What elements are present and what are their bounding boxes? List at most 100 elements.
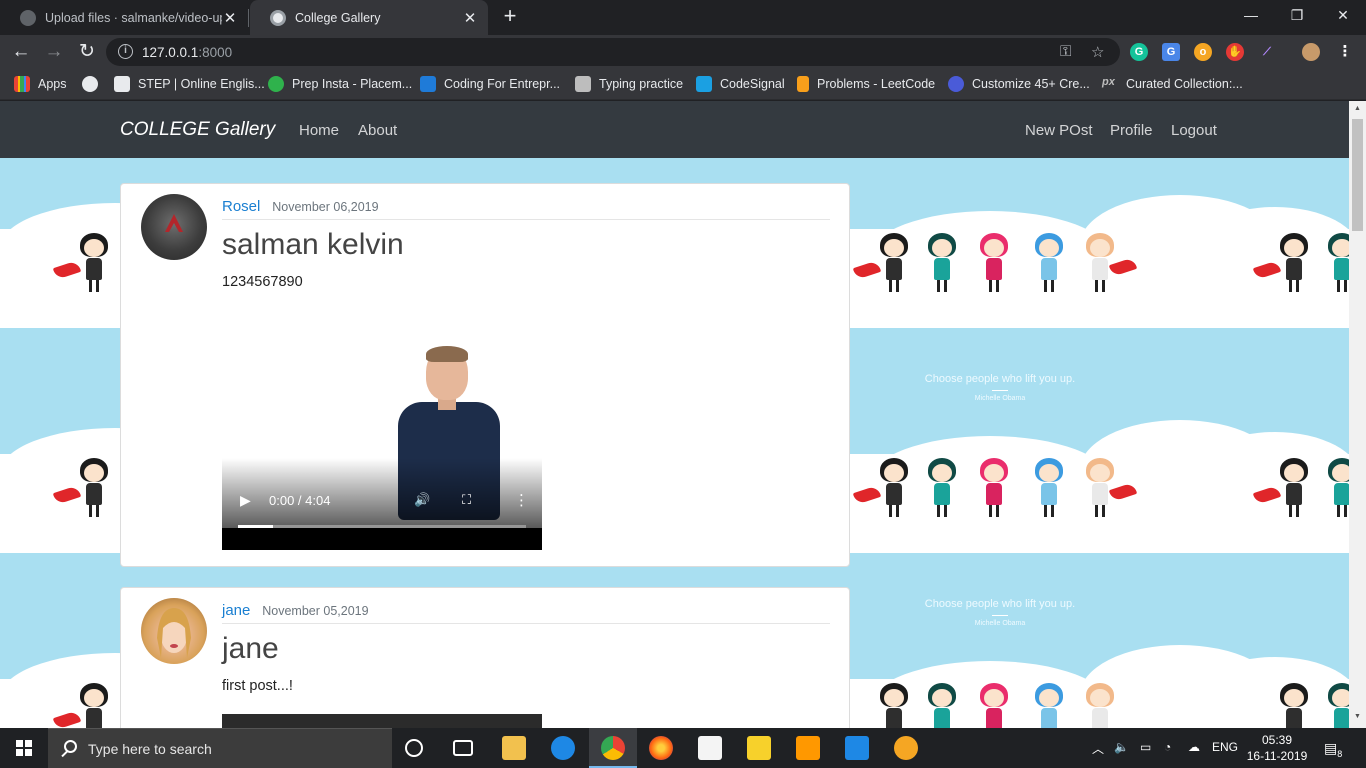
language-indicator[interactable]: ENG [1212, 740, 1238, 754]
volume-icon[interactable]: 🔊 [414, 492, 430, 508]
bookmark-star-icon[interactable]: ☆ [1091, 43, 1104, 61]
woman-portrait-icon [157, 608, 191, 658]
site-info-icon[interactable]: i [118, 44, 133, 59]
video-menu-icon[interactable]: ⋮ [514, 491, 529, 509]
clock-time: 05:39 [1261, 733, 1293, 747]
bookmark-codesignal[interactable]: CodeSignal [696, 76, 785, 92]
keyboard-icon [575, 76, 591, 92]
start-button[interactable] [0, 728, 48, 768]
minimize-button[interactable]: — [1228, 0, 1274, 32]
store-icon[interactable] [698, 736, 722, 760]
browser-tab-upload-files[interactable]: Upload files · salmanke/video-up ✕ [0, 0, 248, 35]
profile-avatar-icon[interactable] [1302, 43, 1320, 61]
brave-icon[interactable] [894, 736, 918, 760]
nav-about-link[interactable]: About [358, 122, 397, 139]
close-window-button[interactable]: ✕ [1320, 0, 1366, 32]
bookmark-curated-collection[interactable]: px Curated Collection:... [1102, 76, 1243, 92]
author-avatar[interactable] [141, 598, 207, 664]
feather-extension-icon[interactable]: ⟋ [1258, 43, 1276, 61]
bookmark-prep-insta[interactable]: Prep Insta - Placem... [268, 76, 412, 92]
scroll-down-arrow[interactable]: ▼ [1353, 713, 1362, 720]
address-bar[interactable]: i 127.0.0.1:8000 ⚿ ☆ [106, 38, 1120, 66]
scrollbar-thumb[interactable] [1352, 119, 1363, 231]
show-hidden-icons-icon[interactable]: ︿ [1092, 740, 1104, 757]
firefox-icon[interactable] [649, 736, 673, 760]
hand-extension-icon[interactable]: ✋ [1226, 43, 1244, 61]
bookmark-coding-for-entrepreneurs[interactable]: Coding For Entrepr... [420, 76, 560, 92]
windows-logo-icon [16, 740, 32, 756]
key-icon[interactable]: ⚿ [1060, 43, 1071, 60]
browser-tab-college-gallery[interactable]: College Gallery ✕ [250, 0, 488, 35]
taskbar-clock[interactable]: 05:39 16-11-2019 [1244, 732, 1310, 764]
nav-new-post-link[interactable]: New POst [1025, 122, 1093, 139]
nav-logout-link[interactable]: Logout [1171, 122, 1217, 139]
reload-button[interactable]: ↻ [74, 39, 100, 65]
volume-muted-icon[interactable]: 🔈 [1114, 740, 1129, 754]
vscode-icon[interactable] [845, 736, 869, 760]
taskbar-search[interactable]: Type here to search [48, 728, 392, 768]
owl-extension-icon[interactable]: o [1194, 43, 1212, 61]
play-icon[interactable]: ▶ [240, 492, 251, 509]
cartoon-kid [924, 683, 960, 728]
video-player[interactable] [222, 714, 542, 728]
page-scrollbar[interactable]: ▲ ▼ [1349, 101, 1366, 728]
video-progress-bar[interactable] [238, 525, 526, 528]
post-author-link[interactable]: Rosel [222, 198, 260, 215]
new-tab-button[interactable]: + [498, 4, 522, 28]
page-viewport: Choose people who lift you up. Michelle O… [0, 101, 1349, 728]
nav-profile-link[interactable]: Profile [1110, 122, 1153, 139]
post-author-link[interactable]: jane [222, 602, 250, 619]
site-brand[interactable]: COLLEGE Gallery [120, 119, 275, 141]
assassin-logo-icon [165, 214, 183, 232]
sticky-notes-icon[interactable] [747, 736, 771, 760]
file-explorer-icon[interactable] [502, 736, 526, 760]
tab-divider [248, 9, 249, 27]
tab-title: Upload files · salmanke/video-up [45, 10, 222, 25]
grammarly-extension-icon[interactable]: G [1130, 43, 1148, 61]
notification-center-icon[interactable]: ▤8 [1324, 740, 1342, 759]
post-content: 1234567890 [222, 274, 303, 290]
forward-button[interactable]: → [41, 39, 67, 65]
chrome-menu-icon[interactable]: ⋮ [1336, 43, 1354, 61]
chrome-icon[interactable] [601, 736, 625, 760]
bookmark-apps[interactable]: Apps [14, 76, 67, 92]
browser-tab-strip: Upload files · salmanke/video-up ✕ Colle… [0, 0, 1366, 35]
search-icon [64, 740, 77, 753]
cartoon-kid [876, 458, 912, 522]
bookmark-typing-practice[interactable]: Typing practice [575, 76, 683, 92]
cartoon-kid [1276, 233, 1312, 297]
onedrive-icon[interactable]: ☁ [1188, 740, 1200, 754]
coding-icon [420, 76, 436, 92]
bookmark-step[interactable]: STEP | Online Englis... [114, 76, 265, 92]
post-title[interactable]: jane [222, 632, 279, 666]
restore-button[interactable]: ❐ [1274, 0, 1320, 32]
cartoon-kid [1324, 458, 1349, 522]
author-avatar[interactable] [141, 194, 207, 260]
back-button[interactable]: ← [8, 39, 34, 65]
video-progress-fill [238, 525, 273, 528]
cortana-icon[interactable] [405, 739, 423, 757]
close-tab-icon[interactable]: ✕ [222, 9, 238, 27]
fullscreen-icon[interactable]: ⛶ [462, 492, 471, 508]
post-title[interactable]: salman kelvin [222, 228, 404, 262]
wifi-icon[interactable]: ◔ [1164, 740, 1171, 754]
close-tab-icon[interactable]: ✕ [462, 9, 478, 27]
post-content: first post...! [222, 678, 293, 694]
cartoon-kid [1276, 458, 1312, 522]
edge-icon[interactable] [551, 736, 575, 760]
nav-home-link[interactable]: Home [299, 122, 339, 139]
bookmark-customize[interactable]: Customize 45+ Cre... [948, 76, 1090, 92]
translate-extension-icon[interactable]: G [1162, 43, 1180, 61]
cartoon-kid [876, 683, 912, 728]
bookmark-label: Curated Collection:... [1126, 77, 1243, 91]
battery-icon[interactable]: ▭ [1140, 740, 1151, 754]
step-icon [114, 76, 130, 92]
task-view-icon[interactable] [453, 740, 473, 756]
video-player[interactable]: ▶ 0:00 / 4:04 🔊 ⛶ ⋮ [222, 342, 542, 550]
sublime-text-icon[interactable] [796, 736, 820, 760]
scroll-up-arrow[interactable]: ▲ [1353, 105, 1362, 112]
windows-taskbar: Type here to search ︿ 🔈 ▭ ◔ ☁ ENG 05:39 … [0, 728, 1366, 768]
bookmark-leetcode[interactable]: Problems - LeetCode [797, 76, 935, 92]
bookmark-globe[interactable] [82, 76, 106, 92]
clock-date: 16-11-2019 [1246, 749, 1308, 763]
